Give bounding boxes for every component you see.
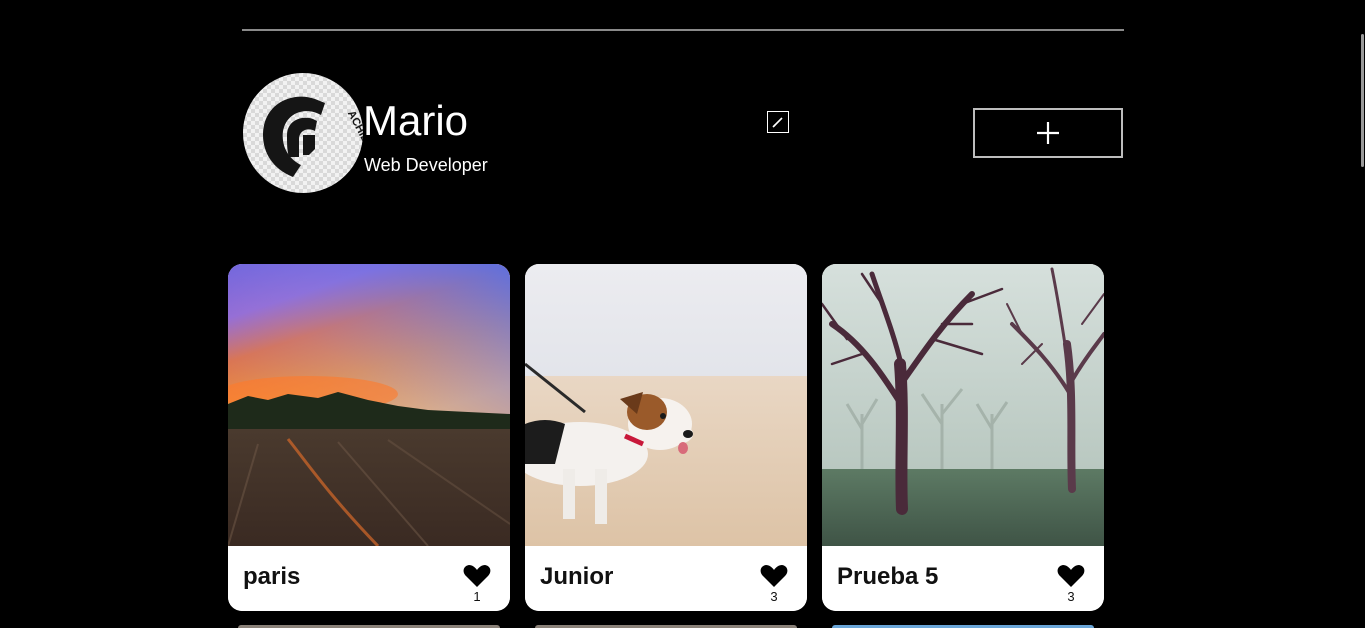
like-button[interactable] <box>759 563 789 589</box>
avatar: ACHILLES 3 G <box>243 73 363 193</box>
plus-icon <box>1037 122 1059 144</box>
profile-role: Web Developer <box>364 155 488 175</box>
pencil-icon <box>772 117 783 128</box>
post-title: Prueba 5 <box>837 563 939 590</box>
post-image-sunset-field[interactable] <box>228 264 510 546</box>
divider <box>242 29 1124 31</box>
profile-page: ACHILLES 3 G Mario Web Developer <box>0 0 1365 628</box>
post-card[interactable]: Prueba 5 3 <box>822 264 1104 611</box>
post-card[interactable]: Junior 3 <box>525 264 807 611</box>
scrollbar-thumb[interactable] <box>1361 34 1364 167</box>
edit-profile-button[interactable] <box>767 111 789 133</box>
like-count: 3 <box>770 589 778 604</box>
post-card[interactable]: paris 1 <box>228 264 510 611</box>
heart-icon <box>1057 565 1085 587</box>
like-count: 3 <box>1067 589 1075 604</box>
scrollbar[interactable] <box>1361 0 1365 628</box>
avatar-lettering: ACHILLES 3 G <box>345 109 363 182</box>
post-title: Junior <box>540 563 614 590</box>
post-footer: paris 1 <box>228 546 510 611</box>
like-count: 1 <box>473 589 481 604</box>
post-image-foggy-trees[interactable] <box>822 264 1104 546</box>
post-footer: Prueba 5 3 <box>822 546 1104 611</box>
heart-icon <box>463 565 491 587</box>
post-footer: Junior 3 <box>525 546 807 611</box>
spartan-helmet-logo: ACHILLES 3 G <box>263 96 363 182</box>
post-image-dog-on-beach[interactable] <box>525 264 807 546</box>
heart-icon <box>760 565 788 587</box>
post-title: paris <box>243 563 301 590</box>
add-post-button[interactable] <box>973 108 1123 158</box>
like-button[interactable] <box>462 563 492 589</box>
profile-name: Mario <box>363 97 469 144</box>
like-button[interactable] <box>1056 563 1086 589</box>
